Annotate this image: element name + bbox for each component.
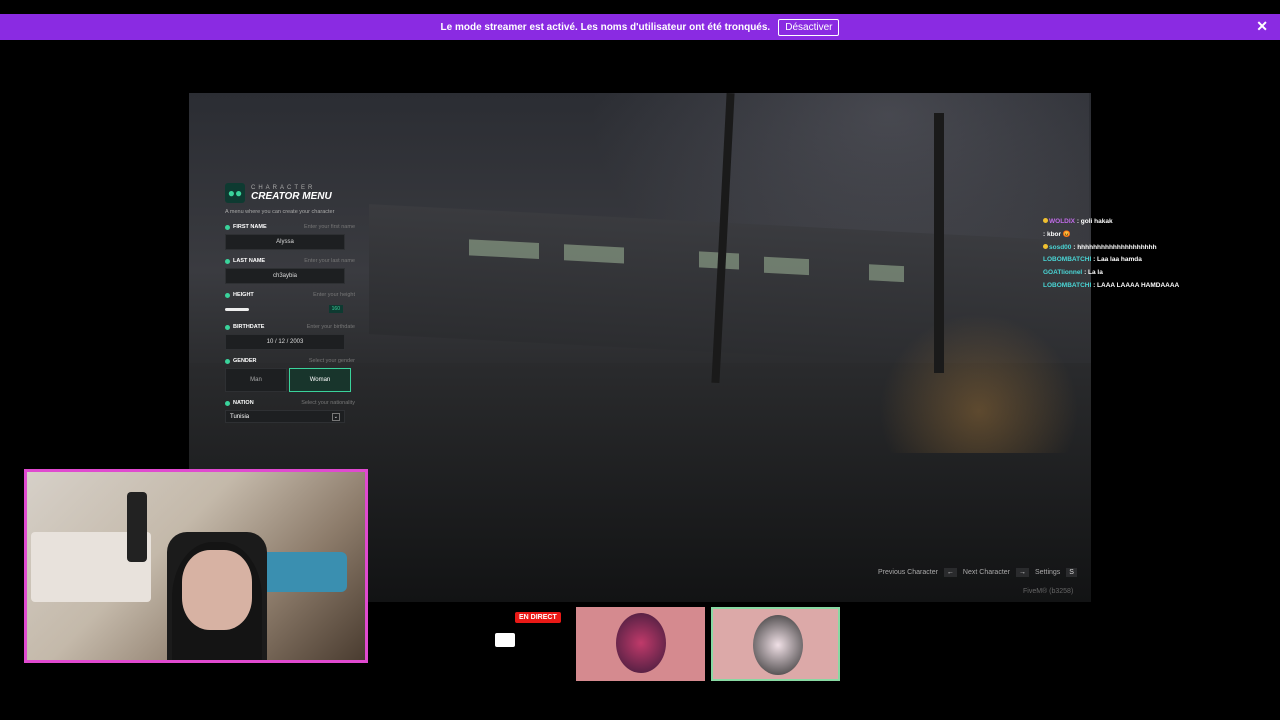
height-slider[interactable]: 160: [225, 302, 343, 316]
chat-message: : kbor 😡: [1043, 229, 1179, 242]
first-name-field: FIRST NAME Enter your first name Alyssa: [225, 224, 355, 250]
gender-woman-button[interactable]: Woman: [289, 368, 351, 392]
avatar: [753, 615, 803, 675]
field-label: HEIGHT: [233, 292, 254, 298]
gender-field: GENDER Select your gender Man Woman: [225, 358, 355, 392]
avatar: [616, 613, 666, 673]
chat-text: : hhhhhhhhhhhhhhhhhhhh: [1073, 243, 1157, 251]
chat-message: LOBOMBATCHI : Laa laa hamda: [1043, 254, 1179, 267]
birthdate-field: BIRTHDATE Enter your birthdate 10 / 12 / …: [225, 324, 355, 350]
field-label: NATION: [233, 400, 254, 406]
chat-message: LOBOMBATCHI : LAAA LAAAA HAMDAAAA: [1043, 280, 1179, 293]
streamer-mode-banner: Le mode streamer est activé. Les noms d'…: [0, 14, 1280, 40]
chat-user: GOATlionnel: [1043, 269, 1083, 277]
streamer-face: [182, 550, 252, 630]
bullet-icon: [225, 400, 230, 406]
screen-icon[interactable]: [495, 633, 515, 647]
lamp-glow: [879, 313, 1079, 453]
first-name-input[interactable]: Alyssa: [225, 234, 345, 250]
chat-user: LOBOMBATCHI: [1043, 281, 1092, 289]
last-name-input[interactable]: ch3aybia: [225, 268, 345, 284]
chat-text: : kbor 😡: [1043, 230, 1071, 238]
gender-man-button[interactable]: Man: [225, 368, 287, 392]
warehouse-window: [469, 239, 539, 259]
bullet-icon: [225, 224, 230, 230]
bullet-icon: [225, 292, 230, 298]
settings-key: S: [1066, 568, 1077, 577]
right-arrow-icon: →: [1016, 568, 1029, 577]
close-icon[interactable]: ✕: [1256, 18, 1268, 35]
banner-message: Le mode streamer est activé. Les noms d'…: [440, 21, 771, 33]
field-hint: Select your nationality: [301, 400, 355, 406]
settings-label: Settings: [1035, 569, 1061, 576]
bullet-icon: [225, 324, 230, 330]
slider-track[interactable]: [225, 307, 249, 311]
height-value: 160: [328, 305, 343, 313]
field-label: GENDER: [233, 358, 257, 364]
chat-message: GOATlionnel : La la: [1043, 267, 1179, 280]
warehouse-window: [564, 244, 624, 264]
warehouse-window: [764, 256, 809, 276]
field-hint: Enter your first name: [303, 224, 355, 230]
fivem-version: FiveM® (b3258): [1023, 588, 1074, 595]
badge-icon: [1043, 218, 1048, 223]
utility-pole: [934, 113, 944, 373]
chat-text: : Laa laa hamda: [1093, 256, 1142, 264]
punching-bag: [127, 492, 147, 562]
bullet-icon: [225, 258, 230, 264]
height-field: HEIGHT Enter your height 160: [225, 292, 355, 316]
users-icon: ●●: [225, 183, 245, 203]
hud-controls: Previous Character ← Next Character → Sett…: [878, 568, 1077, 577]
left-arrow-icon: ←: [943, 568, 957, 577]
character-creator-menu: ●● CHARACTER CREATOR MENU A menu where y…: [225, 183, 355, 423]
nation-select[interactable]: Tunisia ⌄: [225, 410, 345, 423]
chat-message: WOLDIX : goli hakak: [1043, 216, 1179, 229]
bullet-icon: [225, 358, 230, 364]
birthdate-input[interactable]: 10 / 12 / 2003: [225, 334, 345, 350]
nation-value: Tunisia: [230, 413, 250, 420]
chat-user: LOBOMBATCHI: [1043, 256, 1092, 264]
live-badge: EN DIRECT: [515, 612, 561, 623]
webcam-overlay: [24, 469, 368, 663]
last-name-field: LAST NAME Enter your last name ch3aybia: [225, 258, 355, 284]
deactivate-button[interactable]: Désactiver: [778, 18, 840, 36]
field-label: LAST NAME: [233, 258, 266, 264]
nation-field: NATION Select your nationality Tunisia ⌄: [225, 400, 355, 423]
field-hint: Enter your height: [313, 292, 355, 298]
field-label: BIRTHDATE: [233, 324, 265, 330]
chevron-down-icon: ⌄: [331, 412, 340, 421]
chat-user: WOLDIX: [1049, 218, 1075, 225]
field-hint: Enter your birthdate: [306, 324, 355, 330]
chat-text: : La la: [1084, 269, 1103, 277]
field-hint: Select your gender: [308, 358, 355, 364]
stream-thumbnail[interactable]: [711, 607, 840, 681]
chat-message: sosd00 : hhhhhhhhhhhhhhhhhhhh: [1043, 242, 1179, 255]
chat-user: sosd00: [1049, 243, 1072, 251]
stream-thumbnail[interactable]: [576, 607, 705, 681]
chat-text: : LAAA LAAAA HAMDAAAA: [1093, 281, 1180, 289]
chat-text: : goli hakak: [1076, 218, 1113, 225]
warehouse-window: [869, 264, 904, 283]
field-hint: Enter your last name: [304, 258, 355, 264]
badge-icon: [1043, 243, 1048, 249]
menu-header: ●● CHARACTER CREATOR MENU: [225, 183, 355, 203]
chat-overlay: WOLDIX : goli hakak : kbor 😡 sosd00 : hh…: [1043, 216, 1179, 293]
menu-description: A menu where you can create your charact…: [225, 209, 335, 215]
field-label: FIRST NAME: [233, 224, 267, 230]
menu-title: CREATOR MENU: [251, 190, 332, 202]
next-character-label: Next Character: [962, 569, 1010, 576]
prev-character-label: Previous Character: [878, 569, 938, 576]
